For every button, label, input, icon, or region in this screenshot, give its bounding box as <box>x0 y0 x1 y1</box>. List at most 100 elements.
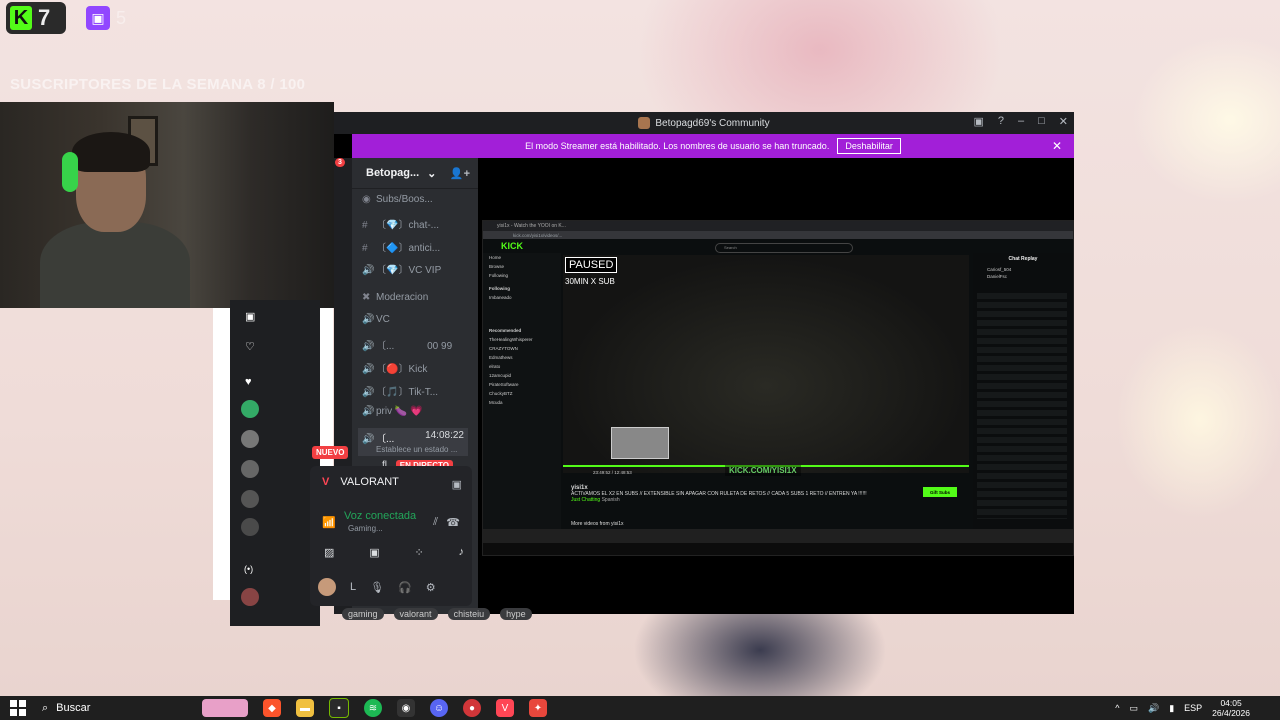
avatar[interactable] <box>241 490 259 508</box>
following-title: Following <box>489 286 510 291</box>
gear-icon[interactable]: ⚙ <box>426 581 436 594</box>
voice-panel: V VALORANT ▣ 📶 Voz conectada Gaming... ⫽… <box>310 466 472 606</box>
headphones-icon[interactable]: 🎧 <box>398 581 412 594</box>
voice-channel-item[interactable]: 🔊 〔🔴〕Kick <box>362 360 427 375</box>
kick-video-player[interactable]: PAUSED 30MIN X SUB 23:49:52 / 12:48:53 <box>563 255 969 475</box>
voice-channel-item[interactable]: 🔊 〔... 00 99 <box>362 337 452 352</box>
soundboard-icon[interactable]: ♪ <box>458 546 464 559</box>
more-videos-title: More videos from yisi1x <box>571 521 624 527</box>
recommended-item[interactable]: 12amcupid <box>483 371 561 380</box>
app-icon[interactable]: ● <box>463 699 481 717</box>
recommended-item[interactable]: Mcuda <box>483 398 561 407</box>
channel-item[interactable]: 🔊 〔💎〕VC VIP <box>362 261 441 276</box>
game-overlay-icon[interactable]: ▣ <box>452 478 462 491</box>
browser-tab[interactable]: yisi1x - Watch the YOOI on K... <box>497 223 566 229</box>
server-header[interactable]: Betopag... ⌄ 👤+ <box>352 158 478 189</box>
microphone-icon[interactable]: 🎙 <box>370 581 384 594</box>
obs-icon[interactable]: ◉ <box>397 699 415 717</box>
recommended-item[interactable]: PirateSoftware <box>483 380 561 389</box>
discord-icon[interactable]: ☺ <box>430 699 448 717</box>
browser-url-bar[interactable]: kick.com/yisi1x/videos/... <box>483 231 1073 239</box>
language-indicator[interactable]: ESP <box>1184 703 1202 713</box>
kick-page: KICK Search Home Browse Following Follow… <box>483 239 1073 529</box>
kick-logo: K 7 <box>6 2 66 34</box>
kick-nav-browse[interactable]: Browse <box>483 262 561 271</box>
avatar[interactable] <box>241 430 259 448</box>
voice-channel-hint[interactable]: Gaming... <box>348 524 383 533</box>
disable-streamer-button[interactable]: Deshabilitar <box>837 138 901 154</box>
recommended-item[interactable]: TheHealingWhisperer <box>483 335 561 344</box>
shared-screen[interactable]: yisi1x - Watch the YOOI on K... kick.com… <box>482 220 1074 556</box>
riot-icon[interactable]: ✦ <box>529 699 547 717</box>
activities-icon[interactable]: ⁘ <box>414 546 423 559</box>
channel-item[interactable]: # 〔💎〕chat-... <box>362 216 439 231</box>
tag[interactable]: valorant <box>393 608 438 620</box>
following-item[interactable]: Imbaneado <box>483 293 561 302</box>
chat-messages <box>977 293 1067 519</box>
stream-category[interactable]: Just Chatting <box>571 497 600 503</box>
stream-language: Spanish <box>601 497 620 503</box>
gift-subs-button[interactable]: Gift Subs <box>923 487 957 497</box>
avatar[interactable] <box>241 460 259 478</box>
banner-close-icon[interactable]: ✕ <box>1052 139 1062 153</box>
file-explorer-icon[interactable]: ▬ <box>296 699 314 717</box>
maximize-icon[interactable]: □ <box>1038 115 1045 128</box>
widget-icon[interactable] <box>202 699 248 717</box>
active-voice-channel[interactable]: 🔊 〔... 14:08:22 Establece un estado ... <box>358 428 468 456</box>
taskbar-search[interactable]: ⌕ Buscar <box>42 698 182 718</box>
search-icon: ⌕ <box>42 701 49 714</box>
heart-outline-icon[interactable]: ♡ <box>245 340 255 353</box>
tag[interactable]: hype <box>500 608 532 620</box>
recommended-item[interactable]: ChuckyBTZ <box>483 389 561 398</box>
close-icon[interactable]: ✕ <box>1059 115 1068 128</box>
battery-icon[interactable]: ▮ <box>1169 703 1174 714</box>
channel-item[interactable]: ◉ Subs/Boos... <box>362 194 433 205</box>
tag[interactable]: chisteiu <box>447 608 491 620</box>
minimize-icon[interactable]: – <box>1018 115 1024 128</box>
kick-nav-following[interactable]: Following <box>483 271 561 280</box>
category-moderacion[interactable]: ✖ Moderacion <box>362 292 428 303</box>
disconnect-icon[interactable]: ☎ <box>446 516 460 529</box>
voice-channel-item[interactable]: 🔊 〔🎵〕Tik-T... <box>362 383 438 398</box>
voice-channel-item[interactable]: 🔊 priv 🍆 💗 <box>362 406 423 417</box>
valorant-icon[interactable]: V <box>496 699 514 717</box>
browser-tab-strip: yisi1x - Watch the YOOI on K... <box>483 221 1073 231</box>
signal-icon[interactable]: 📶 <box>322 516 336 529</box>
channel-item[interactable]: # 〔🔷〕antici... <box>362 239 440 254</box>
avatar[interactable] <box>241 588 259 606</box>
heart-icon[interactable]: ♥ <box>245 376 252 388</box>
brave-icon[interactable]: ◆ <box>263 699 281 717</box>
spotify-icon[interactable]: ≋ <box>364 699 382 717</box>
noise-suppression-icon[interactable]: ⫽ <box>433 516 438 529</box>
kick-search-input[interactable]: Search <box>715 243 853 253</box>
clock-date: 26/4/2026 <box>1212 708 1250 718</box>
status-hint: Establece un estado ... <box>376 445 458 454</box>
recommended-item[interactable]: CRAZYTOWN <box>483 344 561 353</box>
avatar[interactable] <box>241 518 259 536</box>
recommended-item[interactable]: elrato <box>483 362 561 371</box>
volume-icon[interactable]: 🔊 <box>1148 703 1159 714</box>
network-icon[interactable]: ▭ <box>1129 703 1138 714</box>
voice-connected-label[interactable]: Voz conectada <box>344 510 416 522</box>
search-label: Buscar <box>56 702 91 714</box>
screen-share-icon[interactable]: ▣ <box>369 546 379 559</box>
add-user-icon[interactable]: 👤+ <box>450 167 470 180</box>
nvidia-icon[interactable]: ▪ <box>329 698 349 718</box>
taskbar-clock[interactable]: 04:05 26/4/2026 <box>1212 698 1250 718</box>
help-icon[interactable]: ? <box>998 115 1004 128</box>
avatar[interactable] <box>241 400 259 418</box>
category-vc[interactable]: 🔊 VC <box>362 314 390 325</box>
windows-start-icon[interactable] <box>10 700 26 716</box>
recommended-item[interactable]: Edmathews <box>483 353 561 362</box>
calendar-icon[interactable]: ▣ <box>245 310 255 323</box>
kick-k-icon: K <box>10 6 32 30</box>
chevron-up-icon[interactable]: ^ <box>1115 703 1119 713</box>
game-activity[interactable]: V VALORANT <box>322 476 399 488</box>
broadcast-icon[interactable]: (•) <box>244 564 253 574</box>
kick-nav-home[interactable]: Home <box>483 253 561 262</box>
tag[interactable]: gaming <box>342 608 384 620</box>
avatar[interactable] <box>318 578 336 596</box>
camera-off-icon[interactable]: ▨ <box>324 546 334 559</box>
inbox-icon[interactable]: ▣ <box>973 115 983 128</box>
stream-overlay-counters: K 7 ▣ 5 <box>6 2 126 34</box>
